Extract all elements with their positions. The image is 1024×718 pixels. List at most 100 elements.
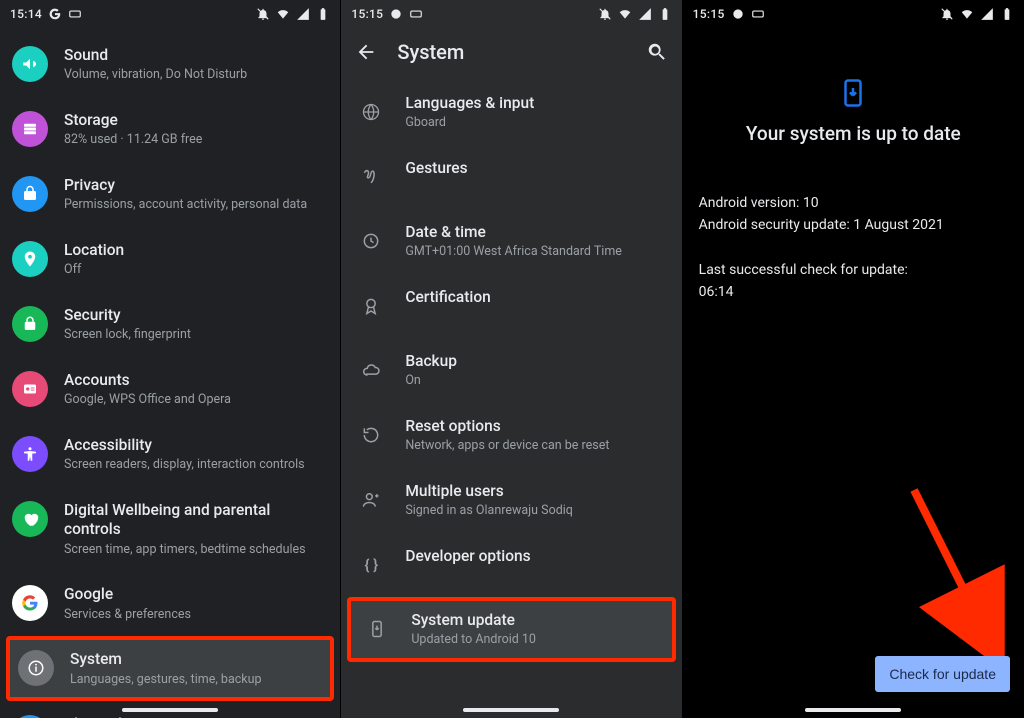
row-title: Languages & input (405, 94, 665, 113)
check-for-update-button[interactable]: Check for update (875, 656, 1010, 692)
battery-status-icon (658, 7, 672, 21)
row-storage[interactable]: Storage82% used · 11.24 GB free (0, 97, 340, 162)
braces-icon: { } (353, 547, 389, 583)
search-button[interactable] (646, 41, 668, 63)
row-multiuser[interactable]: Multiple users Signed in as Olanrewaju So… (341, 468, 681, 533)
back-button[interactable] (355, 41, 377, 63)
cloud-icon (353, 352, 389, 388)
row-sub: Languages, gestures, time, backup (70, 672, 318, 688)
row-sub: On (405, 373, 665, 389)
settings-main-panel: 15:14 SoundVolume, vibration, Do Not Dis… (0, 0, 341, 718)
security-icon (12, 306, 48, 342)
row-title: Date & time (405, 223, 665, 242)
row-sub: Permissions, account activity, personal … (64, 197, 324, 213)
dnd-status-icon (256, 7, 270, 21)
row-sound[interactable]: SoundVolume, vibration, Do Not Disturb (0, 32, 340, 97)
row-title: Accounts (64, 371, 324, 390)
google-icon (12, 585, 48, 621)
row-title: Multiple users (405, 482, 665, 501)
privacy-icon (12, 176, 48, 212)
row-gestures[interactable]: Gestures (341, 145, 681, 209)
cc-status-icon (409, 7, 423, 21)
wifi-status-icon (960, 7, 974, 21)
update-status-title: Your system is up to date (699, 122, 1008, 145)
row-sub: Screen readers, display, interaction con… (64, 457, 324, 473)
row-title: System update (411, 611, 659, 630)
battery-status-icon (316, 7, 330, 21)
storage-icon (12, 111, 48, 147)
system-update-panel: 15:15 Your system is up to date Android … (683, 0, 1024, 718)
person-icon (353, 482, 389, 518)
google-g-status-icon (389, 7, 403, 21)
phone-update-icon (359, 611, 395, 647)
row-wellbeing[interactable]: Digital Wellbeing and parental controlsS… (0, 487, 340, 571)
row-privacy[interactable]: Privacy Permissions, account activity, pe… (0, 162, 340, 227)
location-icon (12, 241, 48, 277)
system-update-hero-icon (838, 78, 868, 108)
row-sub: Services & preferences (64, 607, 324, 623)
row-system-update[interactable]: System update Updated to Android 10 (347, 597, 675, 662)
system-list: Languages & input Gboard Gestures Date & … (341, 76, 681, 710)
row-sub: GMT+01:00 West Africa Standard Time (405, 244, 665, 260)
row-sub: Updated to Android 10 (411, 632, 659, 648)
row-developer[interactable]: { } Developer options (341, 533, 681, 597)
row-title: Location (64, 241, 324, 260)
cc-status-icon (751, 7, 765, 21)
signal-status-icon (638, 7, 652, 21)
row-sub: 82% used · 11.24 GB free (64, 132, 324, 148)
row-title: Sound (64, 46, 324, 65)
row-accounts[interactable]: Accounts Google, WPS Office and Opera (0, 357, 340, 422)
badge-icon (353, 288, 389, 324)
row-accessibility[interactable]: Accessibility Screen readers, display, in… (0, 422, 340, 487)
reset-icon (353, 417, 389, 453)
status-time: 15:14 (10, 7, 42, 21)
row-title: System (70, 650, 318, 669)
row-title: Gestures (405, 159, 665, 178)
dnd-status-icon (598, 7, 612, 21)
wellbeing-icon (12, 501, 48, 537)
row-backup[interactable]: BackupOn (341, 338, 681, 403)
row-sub: Google, WPS Office and Opera (64, 392, 324, 408)
system-settings-panel: 15:15 System Languages & input Gboard (341, 0, 682, 718)
status-bar: 15:15 (683, 0, 1024, 28)
status-bar: 15:15 (341, 0, 681, 28)
nav-gesture-bar[interactable] (0, 708, 340, 712)
page-header: System (341, 28, 681, 76)
row-google[interactable]: GoogleServices & preferences (0, 571, 340, 636)
row-reset[interactable]: Reset optionsNetwork, apps or device can… (341, 403, 681, 468)
globe-icon (353, 94, 389, 130)
nav-gesture-bar[interactable] (683, 708, 1024, 712)
signal-status-icon (296, 7, 310, 21)
row-title: Accessibility (64, 436, 324, 455)
row-sub: Signed in as Olanrewaju Sodiq (405, 503, 665, 519)
signal-status-icon (980, 7, 994, 21)
accounts-icon (12, 371, 48, 407)
row-title: Certification (405, 288, 665, 307)
row-sub: Gboard (405, 115, 665, 131)
status-bar: 15:14 (0, 0, 340, 28)
status-time: 15:15 (693, 7, 725, 21)
dnd-status-icon (940, 7, 954, 21)
battery-status-icon (1000, 7, 1014, 21)
row-title: Security (64, 306, 324, 325)
row-title: Privacy (64, 176, 324, 195)
row-sub: Off (64, 262, 324, 278)
row-system[interactable]: System Languages, gestures, time, backup (6, 636, 334, 701)
row-sub: Screen time, app timers, bedtime schedul… (64, 542, 324, 558)
cc-status-icon (68, 7, 82, 21)
row-location[interactable]: Location Off (0, 227, 340, 292)
nav-gesture-bar[interactable] (341, 708, 681, 712)
gesture-icon (353, 159, 389, 195)
clock-icon (353, 223, 389, 259)
google-g-status-icon (731, 7, 745, 21)
row-languages[interactable]: Languages & input Gboard (341, 80, 681, 145)
sound-icon (12, 46, 48, 82)
row-certification[interactable]: Certification (341, 274, 681, 338)
system-icon (18, 650, 54, 686)
wifi-status-icon (618, 7, 632, 21)
row-title: Developer options (405, 547, 665, 566)
row-security[interactable]: SecurityScreen lock, fingerprint (0, 292, 340, 357)
update-info-block-2: Last successful check for update: 06:14 (699, 260, 1008, 303)
row-datetime[interactable]: Date & time GMT+01:00 West Africa Standar… (341, 209, 681, 274)
row-title: Reset options (405, 417, 665, 436)
